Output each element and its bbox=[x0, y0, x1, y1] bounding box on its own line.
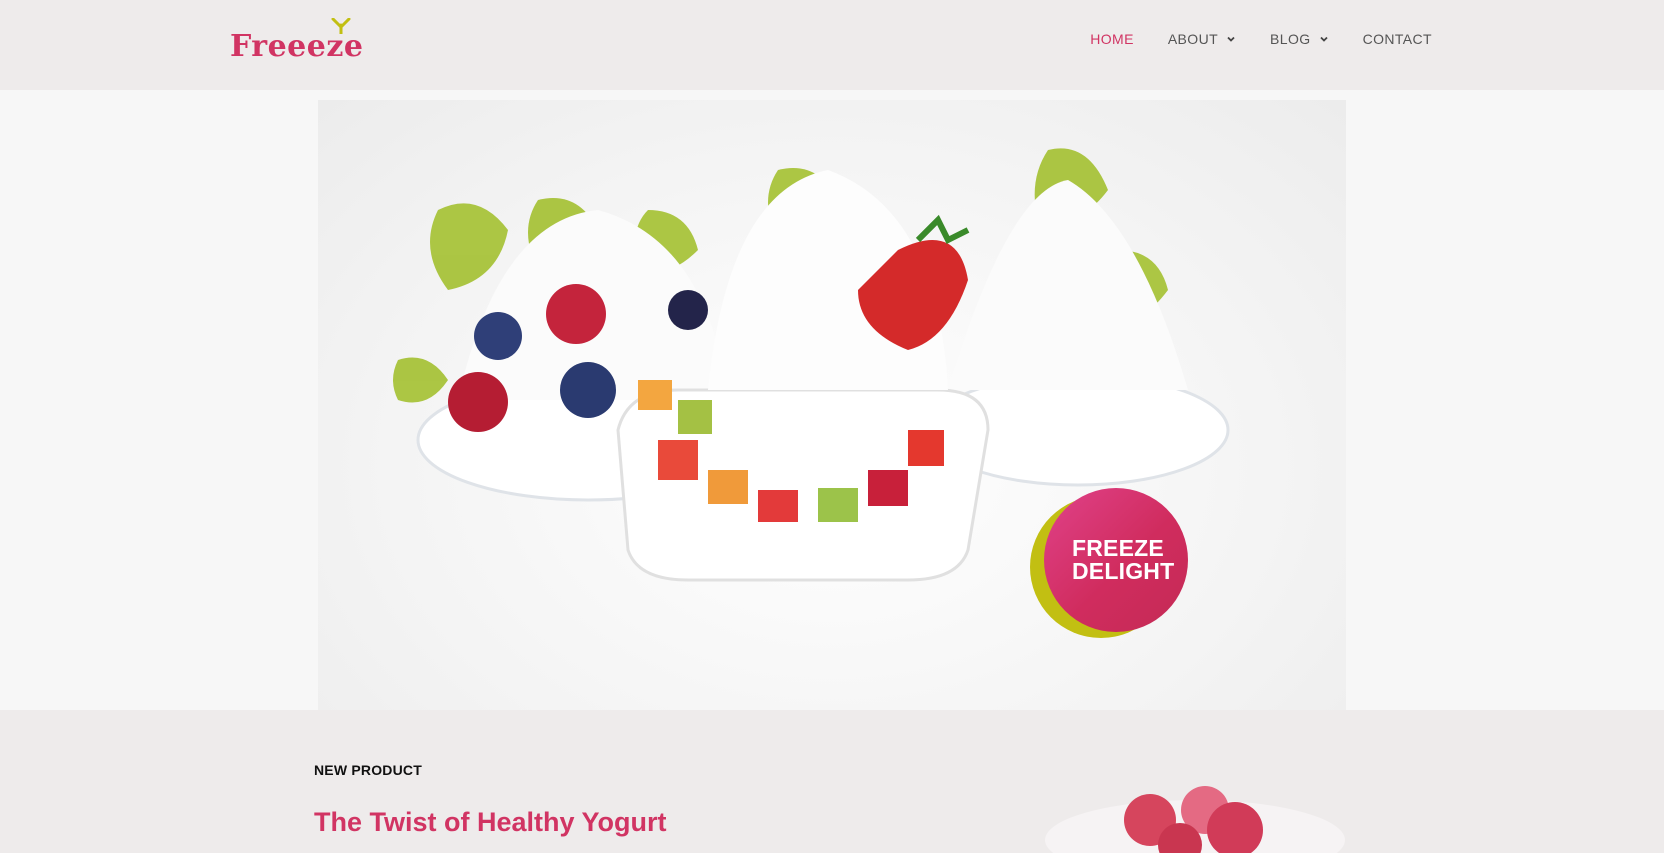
nav-contact-label: CONTACT bbox=[1362, 31, 1432, 47]
badge-line1: FREEZE bbox=[1072, 535, 1164, 561]
badge-line2: DELIGHT bbox=[1072, 558, 1175, 584]
badge-circle: FREEZE DELIGHT bbox=[1044, 488, 1188, 632]
logo-text: Freeeze bbox=[230, 29, 364, 64]
chevron-down-icon bbox=[1227, 36, 1235, 42]
main-nav: HOME ABOUT BLOG CONTACT bbox=[1056, 28, 1432, 50]
sprout-icon bbox=[331, 18, 351, 34]
new-product-section: NEW PRODUCT The Twist of Healthy Yogurt bbox=[0, 710, 1664, 853]
nav-contact[interactable]: CONTACT bbox=[1363, 28, 1432, 50]
nav-home-label: HOME bbox=[1090, 31, 1134, 47]
frozen-yogurt-illustration bbox=[393, 148, 1230, 582]
freeze-delight-badge: FREEZE DELIGHT bbox=[1030, 488, 1190, 640]
hero-image bbox=[318, 100, 1346, 710]
chevron-down-icon bbox=[1319, 36, 1328, 42]
hero-banner: FREEZE DELIGHT bbox=[0, 90, 1664, 710]
site-header: Freeeze HOME ABOUT BLOG CONTACT bbox=[0, 0, 1664, 90]
raspberries-image bbox=[1045, 786, 1345, 853]
section-eyebrow: NEW PRODUCT bbox=[314, 762, 422, 778]
nav-blog[interactable]: BLOG bbox=[1270, 28, 1329, 50]
nav-blog-label: BLOG bbox=[1270, 31, 1311, 47]
nav-about[interactable]: ABOUT bbox=[1168, 28, 1236, 50]
nav-about-label: ABOUT bbox=[1167, 31, 1219, 47]
nav-home[interactable]: HOME bbox=[1090, 28, 1134, 50]
section-headline: The Twist of Healthy Yogurt bbox=[314, 807, 667, 837]
logo[interactable]: Freeeze bbox=[230, 18, 363, 62]
